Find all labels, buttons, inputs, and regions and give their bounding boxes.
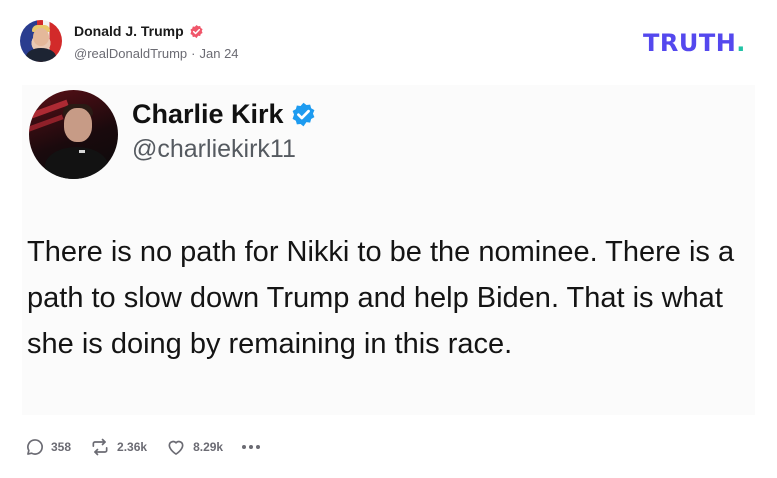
verified-badge-icon — [292, 102, 314, 127]
embedded-name-row: Charlie Kirk — [132, 99, 317, 130]
reply-button[interactable]: 358 — [25, 437, 71, 457]
like-button[interactable]: 8.29k — [165, 437, 223, 457]
author-avatar[interactable] — [20, 20, 62, 62]
author-name-row: Donald J. Trump — [74, 21, 239, 41]
reply-count: 358 — [51, 440, 72, 454]
heart-icon — [168, 440, 184, 455]
verified-badge-icon — [190, 24, 203, 38]
embedded-post-text: There is no path for Nikki to be the nom… — [27, 236, 735, 360]
more-options-button[interactable] — [241, 437, 261, 457]
embedded-author-avatar — [29, 90, 118, 179]
embedded-author-name: Charlie Kirk — [132, 99, 284, 129]
embedded-post-image[interactable]: Charlie Kirk @charliekirk11 There is no … — [22, 85, 755, 415]
author-name[interactable]: Donald J. Trump — [74, 23, 184, 39]
meta-separator: · — [191, 46, 196, 61]
logo-text: TRUTH — [643, 29, 737, 57]
logo-dot: . — [736, 29, 746, 57]
comment-icon — [27, 439, 43, 455]
ellipsis-icon — [242, 445, 261, 449]
repost-icon — [92, 438, 108, 456]
retruth-count: 2.36k — [117, 440, 148, 454]
retruth-button[interactable]: 2.36k — [89, 437, 147, 457]
truth-social-logo[interactable]: TRUTH. — [643, 29, 746, 57]
post-header: Donald J. Trump @realDonaldTrump · Jan 2… — [20, 20, 239, 62]
author-info: Donald J. Trump @realDonaldTrump · Jan 2… — [74, 21, 239, 61]
post-actions: 358 2.36k 8.29k — [25, 437, 279, 457]
like-count: 8.29k — [193, 440, 224, 454]
embedded-author-handle: @charliekirk11 — [132, 135, 296, 163]
author-handle[interactable]: @realDonaldTrump — [74, 46, 187, 61]
post-date[interactable]: Jan 24 — [200, 46, 239, 61]
post-meta: @realDonaldTrump · Jan 24 — [74, 46, 239, 61]
